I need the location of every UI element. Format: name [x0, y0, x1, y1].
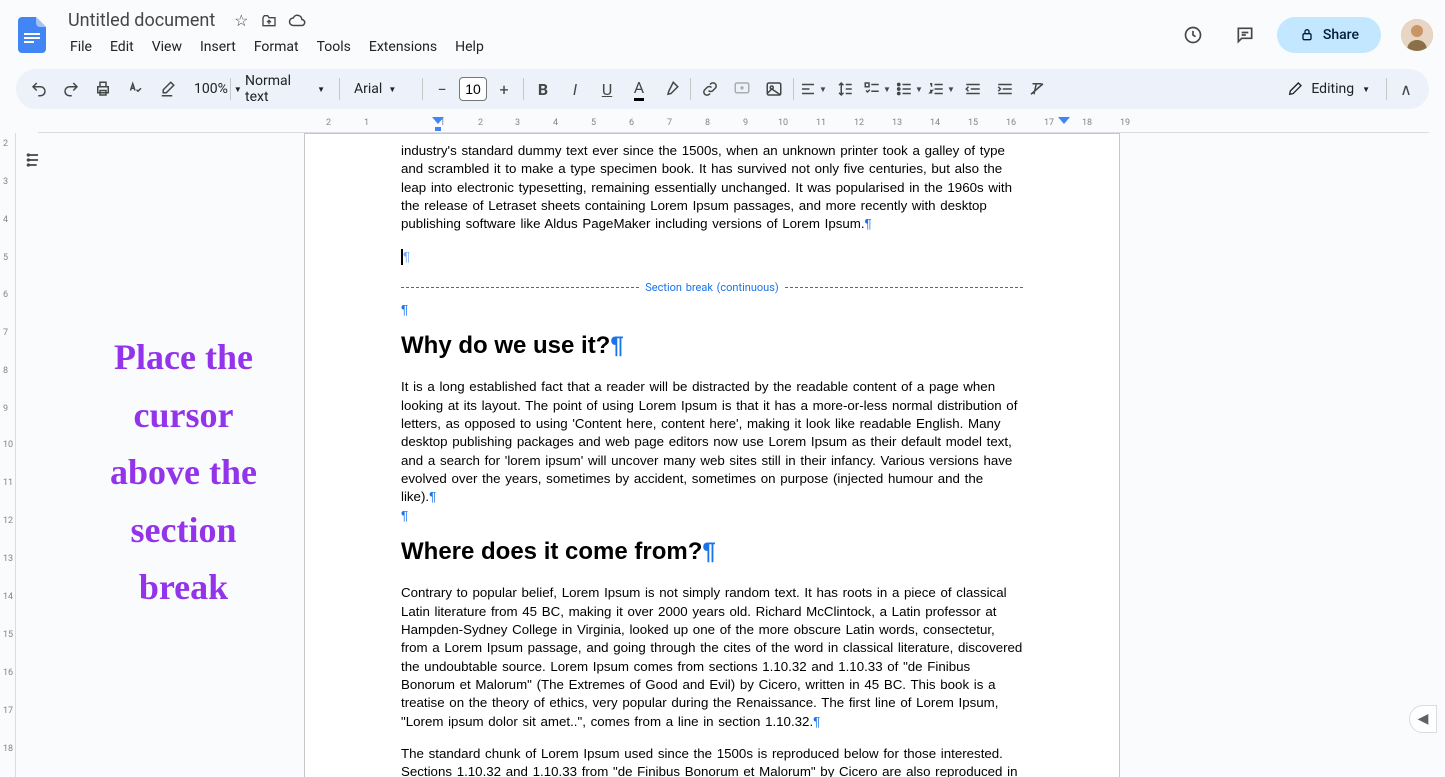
- annotation-overlay: Place the cursor above the section break: [110, 329, 257, 617]
- horizontal-ruler[interactable]: 2 1 1 2 3 4 5 6 7 8 9 10 11 12 13 14 15 …: [38, 117, 1429, 133]
- document-page[interactable]: industry's standard dummy text ever sinc…: [304, 133, 1120, 777]
- increase-font-button[interactable]: +: [489, 74, 519, 104]
- line-spacing-button[interactable]: [830, 74, 860, 104]
- font-select[interactable]: Arial▼: [344, 77, 418, 101]
- increase-indent-button[interactable]: [990, 74, 1020, 104]
- paragraph[interactable]: Contrary to popular belief, Lorem Ipsum …: [401, 584, 1023, 731]
- italic-button[interactable]: I: [560, 74, 590, 104]
- share-button[interactable]: Share: [1277, 17, 1381, 53]
- document-title[interactable]: Untitled document: [62, 8, 221, 33]
- bold-button[interactable]: B: [528, 74, 558, 104]
- spellcheck-button[interactable]: [120, 74, 150, 104]
- toolbar: 100%▼ Normal text▼ Arial▼ − + B I U A ▼ …: [16, 69, 1429, 109]
- menu-view[interactable]: View: [144, 35, 190, 59]
- vertical-ruler[interactable]: 2 3 4 5 6 7 8 9 10 11 12 13 14 15 16 17 …: [0, 133, 16, 777]
- editing-mode-select[interactable]: Editing ▼: [1275, 77, 1382, 101]
- menu-format[interactable]: Format: [246, 35, 307, 59]
- align-button[interactable]: ▼: [798, 74, 828, 104]
- add-comment-button[interactable]: [727, 74, 757, 104]
- last-edit-icon[interactable]: [1173, 15, 1213, 55]
- cursor-position[interactable]: ¶: [401, 248, 1023, 266]
- insert-link-button[interactable]: [695, 74, 725, 104]
- numbered-list-button[interactable]: ▼: [926, 74, 956, 104]
- style-select[interactable]: Normal text▼: [235, 69, 335, 109]
- heading[interactable]: Where does it come from?¶: [401, 535, 1023, 568]
- collapse-toolbar-button[interactable]: ∧: [1391, 74, 1421, 104]
- redo-button[interactable]: [56, 74, 86, 104]
- pilcrow: ¶: [401, 301, 1023, 319]
- checklist-button[interactable]: ▼: [862, 74, 892, 104]
- menu-file[interactable]: File: [62, 35, 100, 59]
- account-avatar[interactable]: [1401, 19, 1433, 51]
- print-button[interactable]: [88, 74, 118, 104]
- paint-format-button[interactable]: [152, 74, 182, 104]
- font-size-input[interactable]: [459, 77, 487, 101]
- pilcrow: ¶: [401, 507, 1023, 525]
- menubar: File Edit View Insert Format Tools Exten…: [62, 33, 1163, 61]
- menu-tools[interactable]: Tools: [309, 35, 359, 59]
- highlight-button[interactable]: [656, 74, 686, 104]
- menu-extensions[interactable]: Extensions: [361, 35, 445, 59]
- move-icon[interactable]: [259, 11, 279, 31]
- left-indent-marker[interactable]: [432, 117, 444, 131]
- star-icon[interactable]: ☆: [231, 11, 251, 31]
- paragraph[interactable]: industry's standard dummy text ever sinc…: [401, 142, 1023, 234]
- clear-formatting-button[interactable]: [1022, 74, 1052, 104]
- text-color-button[interactable]: A: [624, 74, 654, 104]
- paragraph[interactable]: It is a long established fact that a rea…: [401, 378, 1023, 506]
- zoom-select[interactable]: 100%▼: [184, 77, 226, 101]
- menu-edit[interactable]: Edit: [102, 35, 142, 59]
- comments-icon[interactable]: [1225, 15, 1265, 55]
- menu-insert[interactable]: Insert: [192, 35, 244, 59]
- share-label: Share: [1323, 27, 1359, 43]
- decrease-font-button[interactable]: −: [427, 74, 457, 104]
- explore-button[interactable]: ◀: [1409, 705, 1437, 733]
- docs-logo[interactable]: [12, 15, 52, 55]
- paragraph[interactable]: The standard chunk of Lorem Ipsum used s…: [401, 745, 1023, 777]
- undo-button[interactable]: [24, 74, 54, 104]
- insert-image-button[interactable]: [759, 74, 789, 104]
- menu-help[interactable]: Help: [447, 35, 492, 59]
- right-indent-marker[interactable]: [1058, 117, 1070, 131]
- decrease-indent-button[interactable]: [958, 74, 988, 104]
- underline-button[interactable]: U: [592, 74, 622, 104]
- bulleted-list-button[interactable]: ▼: [894, 74, 924, 104]
- heading[interactable]: Why do we use it?¶: [401, 329, 1023, 362]
- section-break-indicator: Section break (continuous): [305, 280, 1119, 295]
- cloud-status-icon[interactable]: [287, 11, 307, 31]
